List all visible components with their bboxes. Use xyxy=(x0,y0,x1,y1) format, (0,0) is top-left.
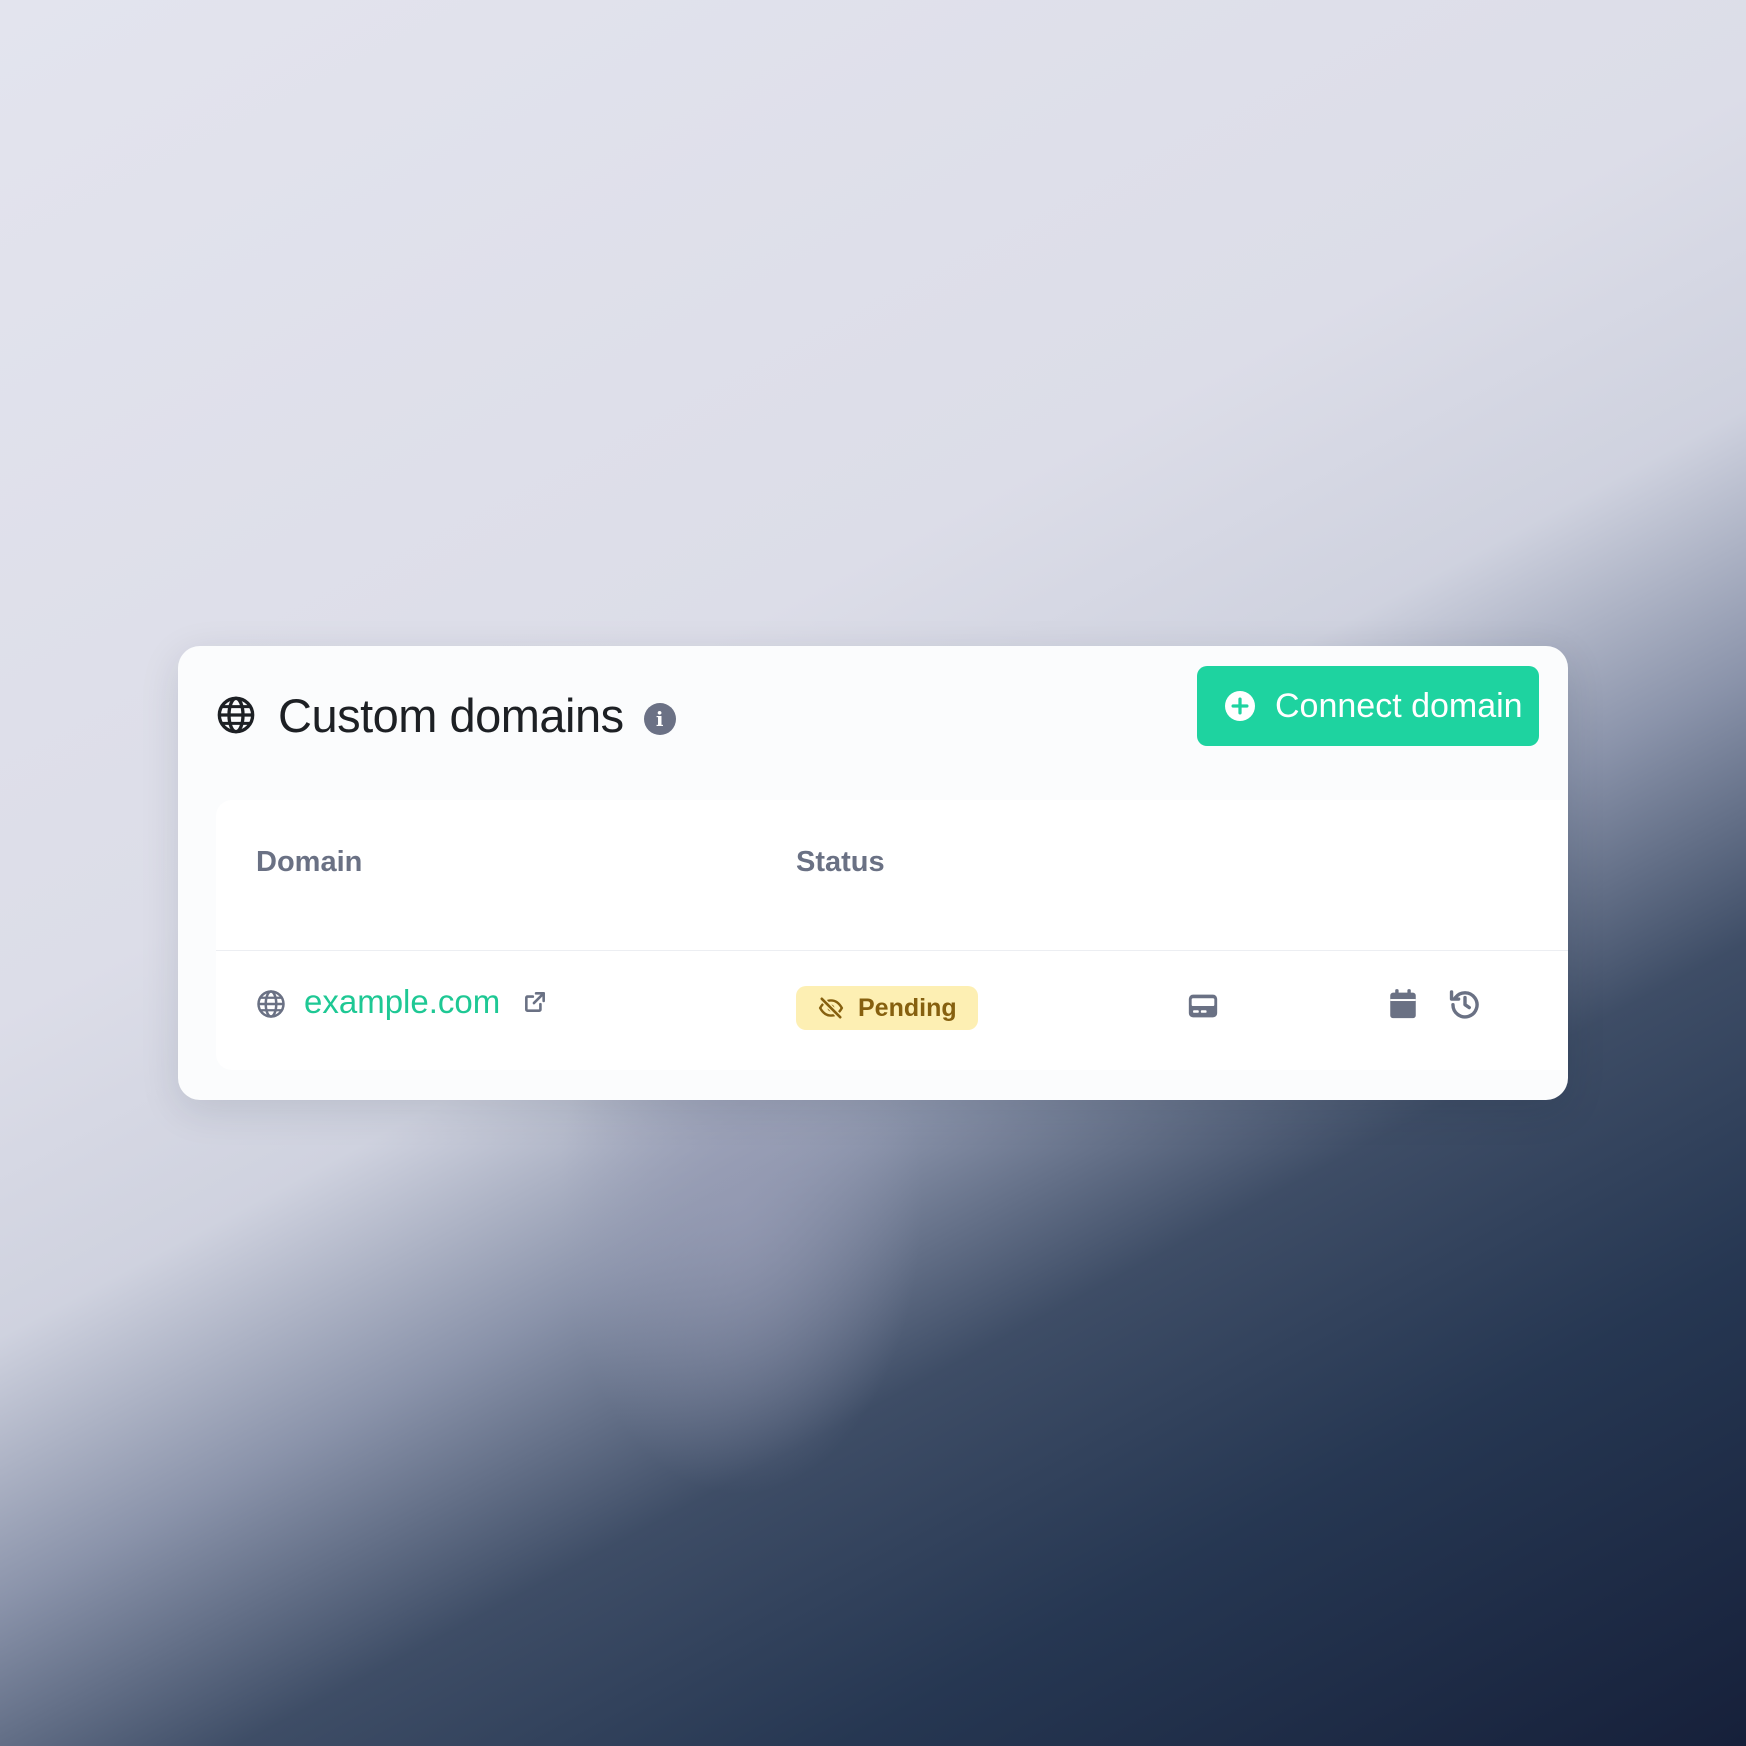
globe-icon xyxy=(217,696,255,734)
history-icon[interactable] xyxy=(1448,987,1482,1021)
domain-link[interactable]: example.com xyxy=(304,983,500,1021)
domain-cell: example.com xyxy=(256,983,548,1021)
domains-table: Domain Status example.com Pending xyxy=(216,800,1568,1070)
card-header: Custom domains i xyxy=(216,680,676,750)
connect-domain-button[interactable]: Connect domain xyxy=(1197,666,1539,746)
plus-circle-icon xyxy=(1225,691,1255,721)
eye-slash-icon xyxy=(818,996,844,1020)
column-header-domain: Domain xyxy=(256,846,363,878)
connect-domain-label: Connect domain xyxy=(1275,686,1523,725)
external-link-icon[interactable] xyxy=(522,989,548,1015)
column-header-status: Status xyxy=(796,846,885,878)
card-icon[interactable] xyxy=(1186,989,1220,1023)
calendar-icon[interactable] xyxy=(1386,987,1420,1021)
status-badge: Pending xyxy=(796,986,978,1030)
info-icon[interactable]: i xyxy=(643,703,676,735)
table-row: example.com Pending xyxy=(216,951,1568,1070)
page-title: Custom domains xyxy=(278,688,624,742)
custom-domains-card: Custom domains i Connect domain Domain S… xyxy=(178,646,1568,1100)
status-label: Pending xyxy=(858,993,957,1022)
globe-icon xyxy=(257,990,285,1018)
